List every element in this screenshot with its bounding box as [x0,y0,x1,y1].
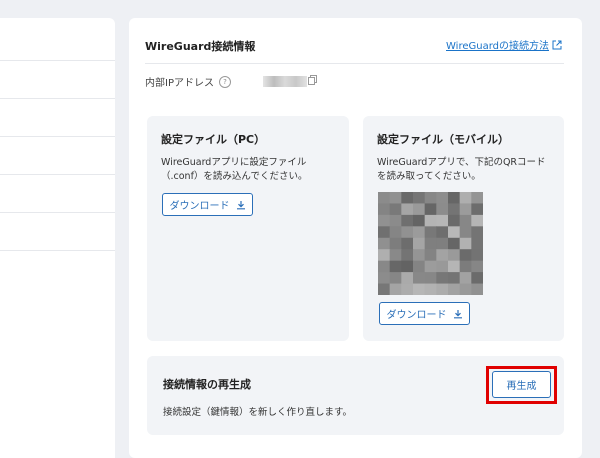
mobile-config-description: WireGuardアプリで、下記のQRコードを読み取ってください。 [377,157,546,182]
list-item[interactable] [0,99,115,137]
divider [145,63,564,64]
download-button-label: ダウンロード [386,310,447,321]
mobile-download-button[interactable]: ダウンロード [379,302,470,325]
mobile-config-card: 設定ファイル（モバイル） WireGuardアプリで、下記のQRコードを読み取っ… [363,116,564,341]
external-link-icon [552,40,562,49]
list-item[interactable] [0,137,115,175]
left-panel [0,18,115,458]
list-item[interactable] [0,213,115,251]
help-link[interactable]: WireGuardの接続方法 [446,37,562,52]
qr-code-image-redacted [378,192,483,295]
question-circle-icon[interactable]: ? [218,75,231,88]
regenerate-title: 接続情報の再生成 [163,378,251,391]
pc-download-button[interactable]: ダウンロード [162,193,253,216]
mobile-config-title: 設定ファイル（モバイル） [377,133,509,146]
list-item[interactable] [0,175,115,213]
help-link-label: WireGuardの接続方法 [446,41,549,52]
list-item[interactable] [0,61,115,99]
pc-config-title: 設定ファイル（PC） [161,133,266,146]
regenerate-button-label: 再生成 [506,381,537,392]
internal-ip-label: 内部IPアドレス [145,78,214,89]
section-title: WireGuard接続情報 [145,40,256,53]
regenerate-button[interactable]: 再生成 [492,371,551,398]
pc-config-description: WireGuardアプリに設定ファイル（.conf）を読み込んでください。 [161,157,308,182]
download-icon [236,200,245,209]
list-item[interactable] [0,18,115,61]
regenerate-description: 接続設定（鍵情報）を新しく作り直します。 [163,407,353,418]
download-icon [453,309,462,318]
pc-config-card: 設定ファイル（PC） WireGuardアプリに設定ファイル（.conf）を読み… [147,116,349,341]
download-button-label: ダウンロード [169,201,230,212]
wireguard-connection-card: WireGuard接続情報 WireGuardの接続方法 内部IPアドレス ? … [129,18,582,458]
internal-ip-value-redacted [263,76,307,87]
internal-ip-row: 内部IPアドレス ? [145,74,231,89]
copy-icon[interactable] [308,75,317,85]
